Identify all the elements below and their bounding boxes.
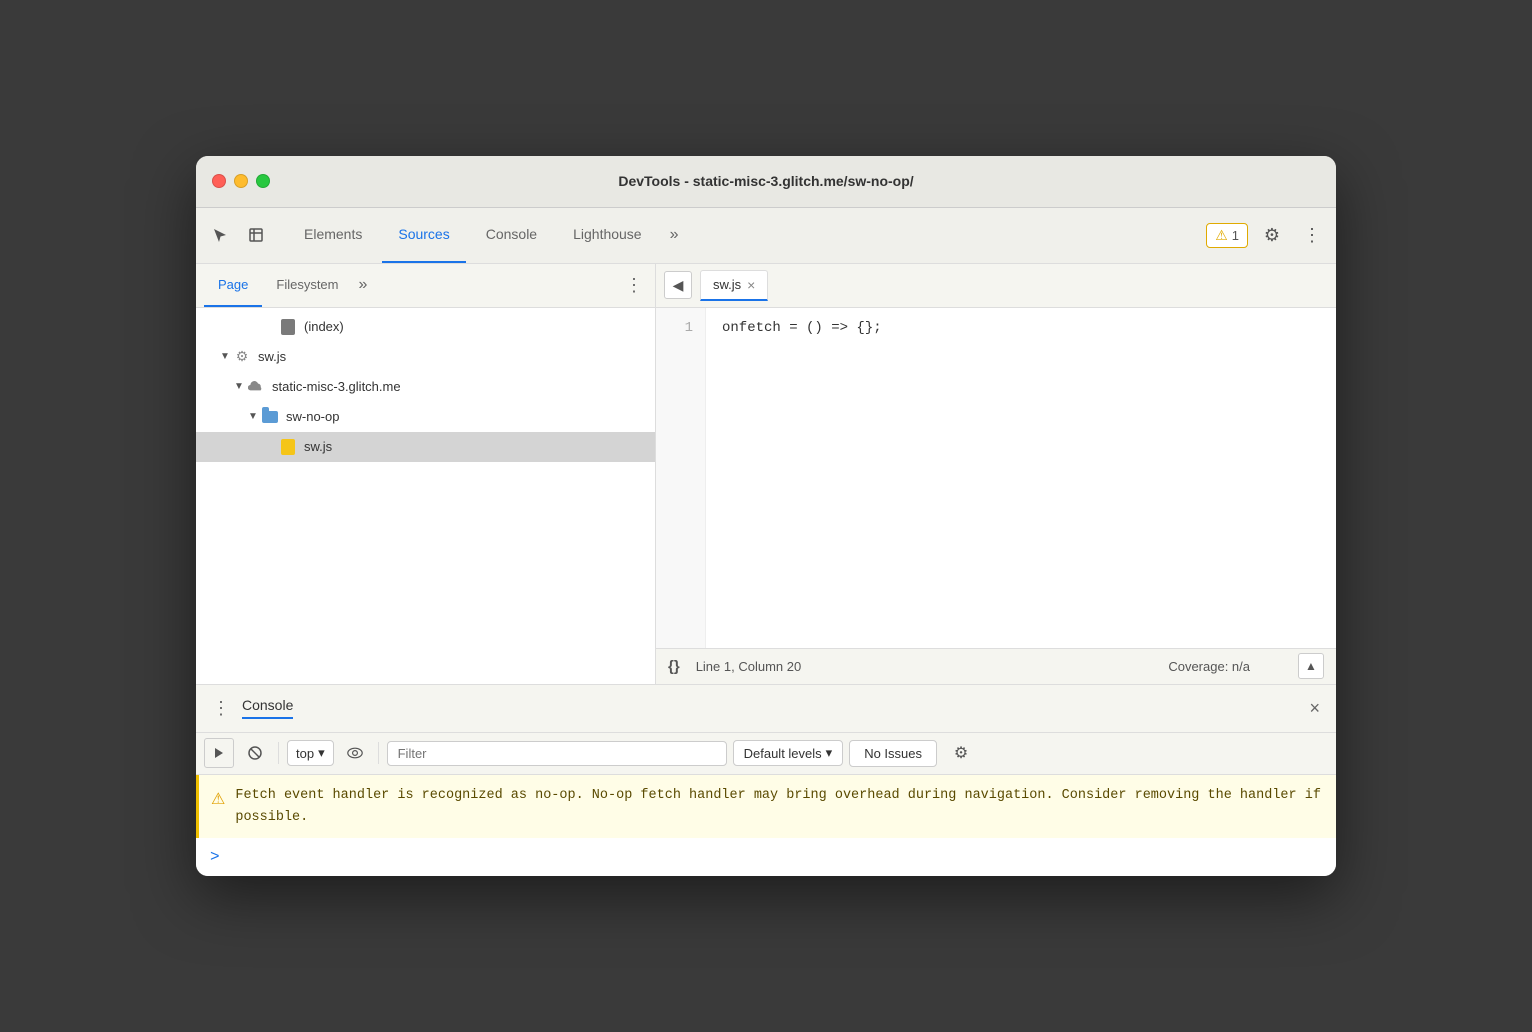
eye-button[interactable] (340, 738, 370, 768)
list-item[interactable]: ▼ static-misc-3.glitch.me (196, 372, 655, 402)
code-content[interactable]: onfetch = () => {}; (706, 308, 898, 648)
file-name: (index) (304, 319, 344, 334)
scroll-up-button[interactable]: ▲ (1298, 653, 1324, 679)
file-js-gear-icon: ⚙ (232, 347, 252, 367)
settings-button[interactable]: ⚙ (1256, 219, 1288, 251)
levels-arrow-icon: ▾ (826, 745, 833, 761)
code-editor: ◀ sw.js × 1 onfetch = () => {}; {} Line … (656, 264, 1336, 684)
warning-text: Fetch event handler is recognized as no-… (235, 785, 1324, 828)
more-tabs-button[interactable]: » (662, 222, 687, 248)
tab-sources[interactable]: Sources (382, 208, 465, 263)
inspect-icon[interactable] (240, 219, 272, 251)
editor-tabs: ◀ sw.js × (656, 264, 1336, 308)
main-tabbar: Elements Sources Console Lighthouse » ⚠ … (196, 208, 1336, 264)
titlebar: DevTools - static-misc-3.glitch.me/sw-no… (196, 156, 1336, 208)
context-selector[interactable]: top ▾ (287, 740, 334, 766)
gear-icon: ⚙ (954, 743, 968, 763)
warning-count: 1 (1232, 228, 1239, 243)
arrow-icon: ▼ (218, 351, 232, 362)
list-item[interactable]: (index) (196, 312, 655, 342)
file-js-icon (278, 437, 298, 457)
file-doc-icon (278, 317, 298, 337)
console-area: ⋮ Console × top ▾ (196, 684, 1336, 876)
tab-lighthouse[interactable]: Lighthouse (557, 208, 658, 263)
cursor-icon[interactable] (204, 219, 236, 251)
console-settings-button[interactable]: ⚙ (947, 739, 975, 767)
arrow-icon: ▼ (246, 411, 260, 422)
dropdown-arrow-icon: ▾ (318, 745, 325, 761)
file-name: sw.js (304, 439, 332, 454)
divider (278, 742, 279, 764)
sources-sidebar: Page Filesystem » ⋮ (index) (196, 264, 656, 684)
editor-statusbar: {} Line 1, Column 20 Coverage: n/a ▲ (656, 648, 1336, 684)
divider (378, 742, 379, 764)
close-icon: × (1309, 698, 1320, 718)
tabbar-right: ⚠ 1 ⚙ ⋮ (1206, 219, 1328, 251)
devtools-window: DevTools - static-misc-3.glitch.me/sw-no… (196, 156, 1336, 876)
levels-selector[interactable]: Default levels ▾ (733, 740, 844, 766)
console-title: Console (242, 697, 293, 719)
main-content: Page Filesystem » ⋮ (index) (196, 264, 1336, 684)
console-toolbar: top ▾ Default levels ▾ No Issues ⚙ (196, 733, 1336, 775)
sidebar-toggle-button[interactable]: ◀ (664, 271, 692, 299)
console-warning-message: ⚠ Fetch event handler is recognized as n… (196, 775, 1336, 838)
filter-input[interactable] (387, 741, 727, 766)
minimize-button[interactable] (234, 174, 248, 188)
warning-icon: ⚠ (1215, 227, 1228, 244)
file-name: static-misc-3.glitch.me (272, 379, 401, 394)
file-tree: (index) ▼ ⚙ sw.js ▼ (196, 308, 655, 684)
console-menu-button[interactable]: ⋮ (208, 694, 234, 723)
list-item[interactable]: sw.js (196, 432, 655, 462)
tab-page[interactable]: Page (204, 264, 262, 307)
maximize-button[interactable] (256, 174, 270, 188)
window-title: DevTools - static-misc-3.glitch.me/sw-no… (618, 173, 913, 189)
console-messages: ⚠ Fetch event handler is recognized as n… (196, 775, 1336, 876)
context-label: top (296, 746, 314, 761)
format-icon[interactable]: {} (668, 658, 680, 675)
tab-filesystem[interactable]: Filesystem (262, 264, 352, 307)
cloud-icon (246, 377, 266, 397)
file-name: sw.js (258, 349, 286, 364)
warning-badge[interactable]: ⚠ 1 (1206, 223, 1248, 248)
file-name: sw-no-op (286, 409, 339, 424)
tab-elements[interactable]: Elements (288, 208, 378, 263)
line-numbers: 1 (656, 308, 706, 648)
run-button[interactable] (204, 738, 234, 768)
tab-console[interactable]: Console (470, 208, 553, 263)
menu-icon: ⋮ (212, 698, 230, 718)
editor-tab-swjs[interactable]: sw.js × (700, 270, 768, 301)
list-item[interactable]: ▼ ⚙ sw.js (196, 342, 655, 372)
list-item[interactable]: ▼ sw-no-op (196, 402, 655, 432)
line-number: 1 (668, 320, 693, 336)
warning-icon: ⚠ (211, 787, 225, 813)
console-close-button[interactable]: × (1305, 694, 1324, 723)
console-prompt[interactable]: > (196, 838, 1336, 876)
sidebar-menu-button[interactable]: ⋮ (621, 271, 647, 300)
levels-label: Default levels (744, 746, 822, 761)
traffic-lights (212, 174, 270, 188)
menu-button[interactable]: ⋮ (1296, 219, 1328, 251)
block-button[interactable] (240, 738, 270, 768)
cursor-position: Line 1, Column 20 (696, 659, 802, 674)
sidebar-more-button[interactable]: » (353, 272, 374, 298)
tabbar-icons (204, 219, 272, 251)
tab-filename: sw.js (713, 277, 741, 292)
folder-icon (260, 407, 280, 427)
close-button[interactable] (212, 174, 226, 188)
prompt-arrow-icon: > (210, 848, 220, 866)
code-body: 1 onfetch = () => {}; (656, 308, 1336, 648)
no-issues-button[interactable]: No Issues (849, 740, 937, 767)
coverage-status: Coverage: n/a (1168, 659, 1250, 674)
tab-close-icon[interactable]: × (747, 277, 755, 293)
console-header: ⋮ Console × (196, 685, 1336, 733)
sidebar-tabs: Page Filesystem » ⋮ (196, 264, 655, 308)
gear-icon: ⚙ (1264, 225, 1280, 246)
menu-icon: ⋮ (1303, 225, 1321, 246)
arrow-icon: ▼ (232, 381, 246, 392)
